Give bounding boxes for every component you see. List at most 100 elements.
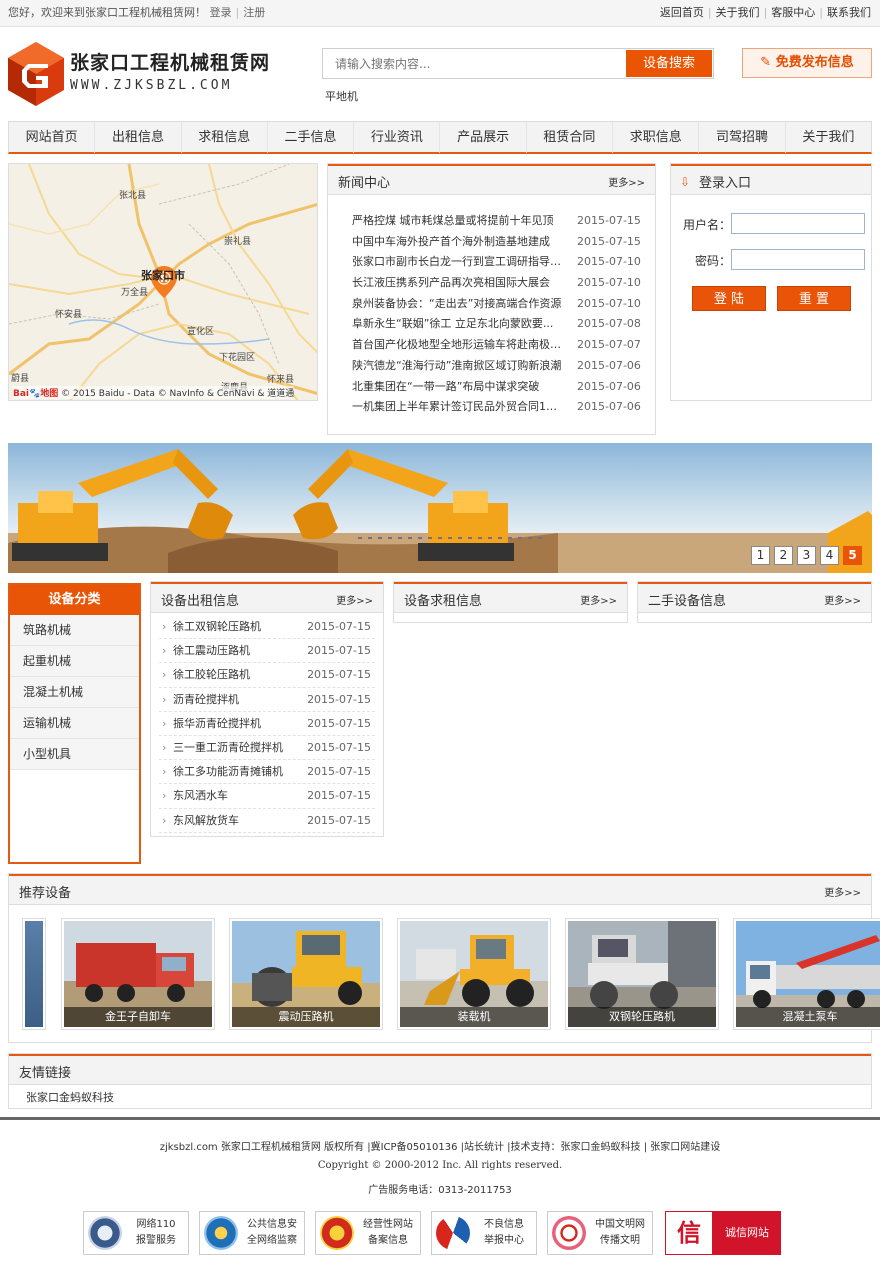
footer-copyright: Copyright © 2000-2012 Inc. All rights re… [317,1160,563,1171]
category-item[interactable]: 运输机械 [10,708,139,739]
map-label: 崇礼县 [224,237,252,247]
map-label: 下花园区 [219,353,256,363]
nav-item-second-hand[interactable]: 二手信息 [268,122,355,153]
rent-out-item[interactable]: 徐工胶轮压路机2015-07-15 [159,663,375,688]
nav-item-products[interactable]: 产品展示 [440,122,527,153]
badge-network-security[interactable]: 公共信息安 全网络监察 [199,1211,305,1255]
search-button[interactable]: 设备搜索 [626,50,712,77]
news-item[interactable]: 张家口市副市长白龙一行到宣工调研指导工作 2015-07-10 [352,252,655,273]
carousel-partial-item[interactable] [22,918,46,1030]
reset-button[interactable]: 重 置 [777,286,851,311]
badge-trusted-site[interactable]: 信 诚信网站 [665,1211,781,1255]
rent-out-item[interactable]: 三一重工沥青砼搅拌机2015-07-15 [159,736,375,760]
username-input[interactable] [731,213,865,234]
banner-page-5[interactable]: 5 [843,546,862,565]
product-photo: 装载机 [400,921,548,1027]
login-link[interactable]: 登录 [210,6,232,19]
top-links: 返回首页 | 关于我们 | 客服中心 | 联系我们 [656,0,871,26]
rent-in-panel: 设备求租信息 更多>> [393,581,628,623]
login-panel: ⇩ 登录入口 用户名： 密码： 登 陆 重 置 [670,163,872,401]
rent-in-more-link[interactable]: 更多>> [580,592,617,607]
second-hand-more-link[interactable]: 更多>> [824,592,861,607]
nav-item-jobs[interactable]: 求职信息 [613,122,700,153]
news-more-link[interactable]: 更多>> [608,174,645,189]
badge-civilization[interactable]: 中国文明网 传播文明 [547,1211,653,1255]
recommend-item-caption: 装载机 [400,1007,548,1027]
recommend-item[interactable]: 双钢轮压路机 [565,918,719,1030]
nav-item-rent-out[interactable]: 出租信息 [95,122,182,153]
top-link-service[interactable]: 客服中心 [767,6,819,19]
news-item[interactable]: 阜新永生“联姻”徐工 立足东北向蒙欧要... 2015-07-08 [352,314,655,335]
top-link-about[interactable]: 关于我们 [712,6,764,19]
badge-business-record[interactable]: 经营性网站 备案信息 [315,1211,421,1255]
publish-button[interactable]: ✎ 免费发布信息 [742,48,872,78]
news-item[interactable]: 中国中车海外投产首个海外制造基地建成 2015-07-15 [352,232,655,253]
recommend-item-caption: 金王子自卸车 [64,1007,212,1027]
top-link-contact[interactable]: 联系我们 [823,6,871,19]
product-photo: 混凝土泵车 [736,921,880,1027]
recommend-item[interactable]: 装载机 [397,918,551,1030]
category-item[interactable]: 小型机具 [10,739,139,770]
news-item[interactable]: 泉州装备协会：“走出去”对接高端合作资源 2015-07-10 [352,294,655,315]
main-nav: 网站首页 出租信息 求租信息 二手信息 行业资讯 产品展示 租赁合同 求职信息 … [8,121,872,154]
nav-item-news[interactable]: 行业资讯 [354,122,441,153]
login-button[interactable]: 登 陆 [692,286,766,311]
category-item[interactable]: 混凝土机械 [10,677,139,708]
rent-out-item[interactable]: 徐工震动压路机2015-07-15 [159,639,375,664]
news-item[interactable]: 首台国产化极地型全地形运输车将赴南极科考 2015-07-07 [352,335,655,356]
news-item[interactable]: 严格控煤 城市耗煤总量或将提前十年见顶 2015-07-15 [352,211,655,232]
register-link[interactable]: 注册 [243,6,265,19]
rent-in-title: 设备求租信息 [404,594,483,609]
rent-out-item[interactable]: 徐工双钢轮压路机2015-07-15 [159,615,375,639]
banner-page-3[interactable]: 3 [797,546,816,565]
hot-keyword-link[interactable]: 平地机 [325,88,358,104]
recommend-item-caption: 双钢轮压路机 [568,1007,716,1027]
banner-page-2[interactable]: 2 [774,546,793,565]
news-header: 新闻中心 更多>> [328,164,655,195]
recommend-item[interactable]: 混凝土泵车 [733,918,880,1030]
rent-out-item[interactable]: 东风解放货车2015-07-15 [159,809,375,833]
location-map[interactable]: R 张北县 崇礼县 张家口市 万全县 怀安县 宣化区 下花园区 怀来县 涿鹿县 … [8,163,318,401]
nav-item-home[interactable]: 网站首页 [9,122,96,153]
hero-banner[interactable]: 1 2 3 4 5 [8,443,872,573]
rent-out-item[interactable]: 沥青砼搅拌机2015-07-15 [159,688,375,712]
map-label: 张北县 [119,191,147,201]
search-input[interactable] [323,49,625,78]
map-label: 宣化区 [187,327,215,337]
category-item[interactable]: 起重机械 [10,646,139,677]
news-title: 新闻中心 [338,176,391,191]
password-input[interactable] [731,249,865,270]
site-logo[interactable]: 张家口工程机械租赁网 WWW.ZJKSBZL.COM [8,40,278,108]
nav-item-rent-in[interactable]: 求租信息 [182,122,268,153]
banner-image [8,449,872,573]
news-item[interactable]: 陕汽德龙“淮海行动”淮南掀区域订购新浪潮 2015-07-06 [352,356,655,377]
nav-item-drivers[interactable]: 司驾招聘 [699,122,786,153]
rent-out-item[interactable]: 徐工多功能沥青摊铺机2015-07-15 [159,760,375,785]
recommend-item[interactable]: 金王子自卸车 [61,918,215,1030]
news-item[interactable]: 北重集团在“一带一路”布局中谋求突破 2015-07-06 [352,377,655,398]
recommend-item[interactable]: 震动压路机 [229,918,383,1030]
recommend-item-caption: 混凝土泵车 [736,1007,880,1027]
login-title: 登录入口 [699,176,752,191]
recommend-more-link[interactable]: 更多>> [824,884,861,899]
emblem-icon [320,1216,354,1250]
banner-pager: 1 2 3 4 5 [751,546,862,565]
rent-out-item[interactable]: 振华沥青砼搅拌机2015-07-15 [159,712,375,736]
rent-out-more-link[interactable]: 更多>> [336,592,373,607]
friend-link[interactable]: 张家口金蚂蚁科技 [26,1089,114,1105]
news-item[interactable]: 长江液压携系列产品再次亮相国际大展会 2015-07-10 [352,273,655,294]
category-item[interactable]: 筑路机械 [10,615,139,646]
banner-page-1[interactable]: 1 [751,546,770,565]
badge-police-110[interactable]: 网络110 报警服务 [83,1211,189,1255]
nav-item-contracts[interactable]: 租赁合同 [527,122,614,153]
rent-out-item[interactable]: 东风洒水车2015-07-15 [159,784,375,809]
recommend-panel: 推荐设备 更多>> 金王子自卸车 震动压路机 装载机 双钢轮压路机 混凝土泵车 [8,873,880,1043]
top-link-home[interactable]: 返回首页 [656,6,708,19]
news-item[interactable]: 一机集团上半年累计签订民品外贸合同11... 2015-07-06 [352,397,655,418]
shield-icon [204,1216,238,1250]
username-label: 用户名： [683,218,732,232]
badge-report-center[interactable]: 不良信息 举报中心 [431,1211,537,1255]
banner-page-4[interactable]: 4 [820,546,839,565]
map-label: 万全县 [121,288,149,298]
nav-item-about[interactable]: 关于我们 [786,122,871,153]
